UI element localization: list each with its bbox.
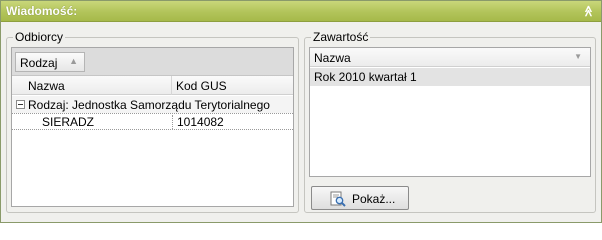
show-button[interactable]: Pokaż... — [311, 186, 409, 210]
column-header-label: Kod GUS — [176, 79, 227, 93]
group-by-chip-label: Rodzaj — [20, 56, 58, 70]
contents-group: Zawartość Nazwa ▼ Rok 2010 kwartał 1 Pok… — [304, 30, 596, 213]
group-row-label: Rodzaj: Jednostka Samorządu Terytorialne… — [28, 98, 270, 112]
group-by-chip-rodzaj[interactable]: Rodzaj ▲ — [15, 52, 85, 72]
show-button-label: Pokaż... — [352, 192, 396, 206]
column-header-kod-gus[interactable]: Kod GUS — [172, 76, 293, 95]
column-header-label: Nazwa — [314, 51, 351, 65]
contents-grid: Nazwa ▼ Rok 2010 kwartał 1 — [309, 47, 591, 177]
sort-ascending-icon: ▲ — [69, 56, 78, 66]
double-chevron-up-icon[interactable]: ≪ — [581, 4, 595, 18]
column-header-nazwa[interactable]: Nazwa ▼ — [310, 48, 590, 67]
recipients-grid: Rodzaj ▲ Nazwa Kod GUS Rodzaj: Jednostka… — [11, 47, 294, 207]
recipients-legend: Odbiorcy — [13, 30, 66, 44]
recipients-group: Odbiorcy Rodzaj ▲ Nazwa Kod GUS Rodzaj: … — [6, 30, 299, 213]
recipients-header: Nazwa Kod GUS — [12, 76, 293, 95]
cell-nazwa: SIERADZ — [42, 115, 95, 129]
contents-legend: Zawartość — [311, 30, 371, 44]
group-by-panel: Rodzaj ▲ — [12, 48, 293, 76]
column-header-label: Nazwa — [28, 79, 65, 93]
preview-magnifier-icon — [330, 191, 346, 207]
cell-kod-gus: 1014082 — [172, 115, 224, 129]
group-row[interactable]: Rodzaj: Jednostka Samorządu Terytorialne… — [12, 96, 293, 114]
message-panel: Wiadomość: ≪ Odbiorcy Rodzaj ▲ Nazwa Kod… — [0, 0, 602, 223]
table-row[interactable]: SIERADZ 1014082 — [12, 113, 293, 130]
collapse-group-icon[interactable] — [16, 100, 25, 109]
list-item[interactable]: Rok 2010 kwartał 1 — [310, 68, 590, 86]
panel-titlebar: Wiadomość: ≪ — [1, 1, 601, 22]
list-item-label: Rok 2010 kwartał 1 — [314, 70, 417, 84]
panel-title: Wiadomość: — [6, 4, 78, 18]
sort-descending-icon: ▼ — [574, 52, 582, 61]
column-header-nazwa[interactable]: Nazwa — [24, 76, 172, 95]
